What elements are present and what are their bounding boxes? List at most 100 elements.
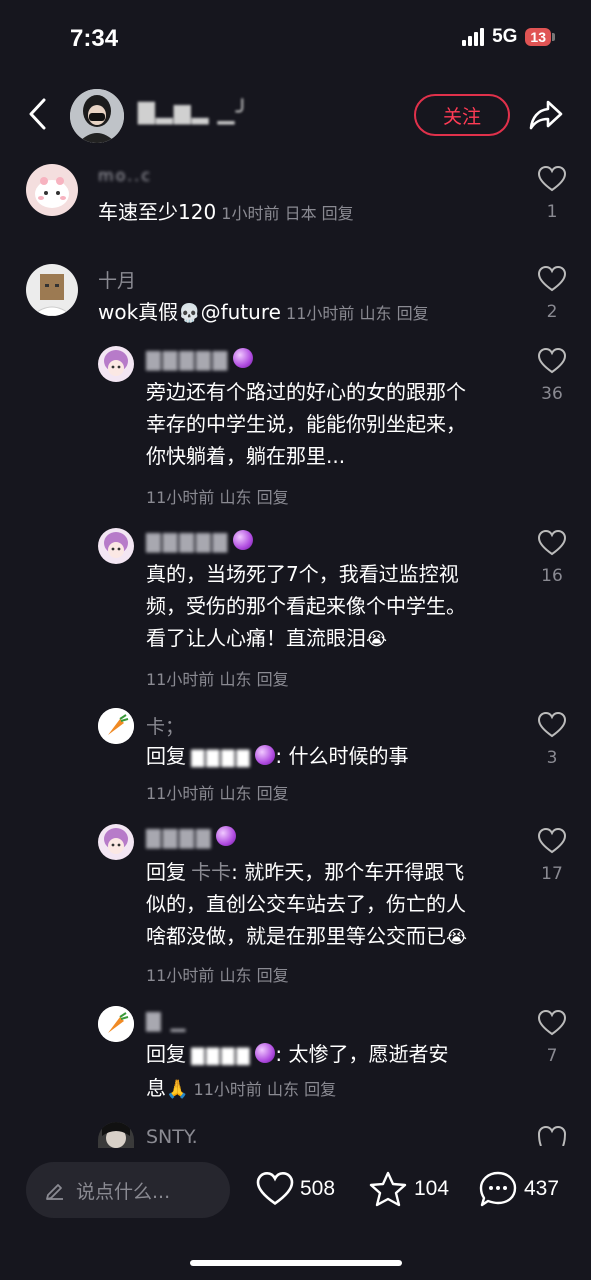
status-icons: 5G 13 (462, 26, 555, 48)
pencil-icon (46, 1184, 63, 1200)
mention-link[interactable]: @future (201, 300, 281, 324)
reply-line: 你快躺着，躺在那里... (146, 444, 346, 468)
crying-emoji-icon: 😭 (366, 629, 388, 650)
comment-location: 山东 (359, 304, 392, 323)
favorite-button[interactable]: 104 (368, 1170, 449, 1208)
commenter-name[interactable]: mo..c (98, 166, 152, 185)
network-type: 5G (492, 26, 518, 47)
reply-button[interactable]: 回复 (304, 1080, 336, 1099)
like-count: 16 (541, 566, 563, 586)
replier-name[interactable]: ▇▇▇▇▇ (146, 531, 229, 553)
reply-line: : 就昨天，那个车开得跟飞 (231, 860, 465, 884)
replier-name[interactable]: ▇▇▇▇ (146, 827, 212, 849)
like-icon[interactable] (538, 530, 566, 556)
commenter-avatar[interactable] (26, 264, 78, 316)
comment-total: 437 (524, 1177, 560, 1200)
replier-avatar[interactable] (98, 346, 134, 382)
reply-time: 11小时前 (146, 670, 215, 689)
reply-line: : 太惨了，愿逝者安 (275, 1042, 449, 1066)
reply-button[interactable]: 回复 (257, 784, 289, 803)
reply-button[interactable]: 回复 (397, 304, 429, 323)
reply-text: : 什么时候的事 (275, 744, 409, 768)
reply-time: 11小时前 (146, 784, 215, 803)
reply-target[interactable]: 卡卡 (191, 860, 231, 884)
replier-name[interactable]: ▇▇▇▇▇ (146, 349, 229, 371)
reply-location: 山东 (219, 966, 252, 985)
input-placeholder: 说点什么... (76, 1180, 171, 1203)
reply-button[interactable]: 回复 (257, 966, 289, 985)
reply-target[interactable]: ▇▇▇▇ (191, 748, 251, 768)
replier-avatar[interactable] (98, 708, 134, 744)
reply-line: 息 (146, 1076, 166, 1100)
like-count: 1 (546, 202, 558, 222)
author-avatar[interactable] (70, 89, 124, 143)
reply-time: 11小时前 (146, 966, 215, 985)
comment-input[interactable]: 说点什么... (26, 1162, 230, 1218)
reply-line: 似的，直创公交车站去了，伤亡的人 (146, 892, 466, 916)
share-icon[interactable] (528, 96, 564, 132)
comments-button[interactable]: 437 (478, 1170, 559, 1208)
reply-line: 真的，当场死了7个，我看过监控视 (146, 562, 459, 586)
replier-avatar[interactable] (98, 1122, 134, 1148)
reply-location: 山东 (219, 670, 252, 689)
replier-name[interactable]: SNTY. (146, 1126, 198, 1148)
battery-icon: 13 (525, 28, 555, 46)
crystal-ball-icon (233, 348, 254, 368)
commenter-avatar[interactable] (26, 164, 78, 216)
reply-body: 旁边还有个路过的好心的女的跟那个 幸存的中学生说，能能你别坐起来， 你快躺着，躺… (146, 376, 466, 472)
comment: 车速至少120 1小时前 日本 回复 (98, 196, 354, 228)
status-time: 7:34 (70, 25, 119, 52)
like-icon[interactable] (538, 712, 566, 738)
crystal-ball-icon (255, 745, 276, 765)
comment-time: 11小时前 (286, 304, 355, 323)
reply-meta: 11小时前 山东 回复 (146, 780, 289, 804)
reply-location: 山东 (219, 488, 252, 507)
reply-button[interactable]: 回复 (322, 204, 354, 223)
follow-button[interactable]: 关注 (414, 94, 510, 136)
back-icon[interactable] (26, 96, 50, 132)
reply-line: 旁边还有个路过的好心的女的跟那个 (146, 380, 466, 404)
reply-location: 山东 (219, 784, 252, 803)
like-icon[interactable] (538, 1126, 566, 1146)
comment-location: 日本 (284, 204, 317, 223)
star-icon (369, 1171, 407, 1207)
reply-line: 啥都没做，就是在那里等公交而已 (146, 924, 446, 948)
home-indicator[interactable] (190, 1260, 402, 1266)
praying-hands-icon: 🙏 (166, 1079, 189, 1100)
reply-body: 回复 卡卡: 就昨天，那个车开得跟飞 似的，直创公交车站去了，伤亡的人 啥都没做… (146, 856, 467, 952)
like-count: 36 (541, 384, 563, 404)
like-count: 7 (546, 1046, 558, 1066)
reply-body: 回复 ▇▇▇▇: 什么时候的事 (146, 740, 409, 774)
comment-text: 车速至少120 (98, 200, 217, 224)
commenter-name[interactable]: 十月 (98, 266, 136, 293)
replier-avatar[interactable] (98, 528, 134, 564)
reply-button[interactable]: 回复 (257, 670, 289, 689)
reply-target[interactable]: ▇▇▇▇ (191, 1046, 251, 1066)
reply-meta: 11小时前 山东 回复 (146, 484, 289, 508)
reply-button[interactable]: 回复 (257, 488, 289, 507)
replier-header: ▇▇▇▇▇ (146, 348, 254, 371)
skull-emoji-icon: 💀 (178, 303, 201, 324)
like-count: 17 (541, 864, 563, 884)
replier-avatar[interactable] (98, 824, 134, 860)
reply-time: 11小时前 (193, 1080, 262, 1099)
crying-emoji-icon: 😭 (446, 927, 468, 948)
replier-name[interactable]: 卡； (146, 712, 184, 739)
comment-text: wok真假 (98, 300, 179, 324)
reply-prefix: 回复 (146, 860, 186, 884)
like-button[interactable]: 508 (256, 1172, 335, 1206)
like-icon[interactable] (538, 828, 566, 854)
like-icon[interactable] (538, 1010, 566, 1036)
like-icon[interactable] (538, 266, 566, 292)
reply-prefix: 回复 (146, 1042, 186, 1066)
replier-name[interactable]: ▇ ▁ (146, 1010, 187, 1032)
like-icon[interactable] (538, 166, 566, 192)
like-icon[interactable] (538, 348, 566, 374)
replier-avatar[interactable] (98, 1006, 134, 1042)
author-name[interactable]: ▇▂▆▂ ▁╯ (138, 100, 250, 125)
reply-line: 看了让人心痛！直流眼泪 (146, 626, 366, 650)
replier-header: ▇▇▇▇▇ (146, 530, 254, 553)
crystal-ball-icon (255, 1043, 276, 1063)
comment-time: 1小时前 (221, 204, 280, 223)
reply-body: 回复 ▇▇▇▇: 太惨了，愿逝者安 息🙏 11小时前 山东 回复 (146, 1038, 449, 1104)
